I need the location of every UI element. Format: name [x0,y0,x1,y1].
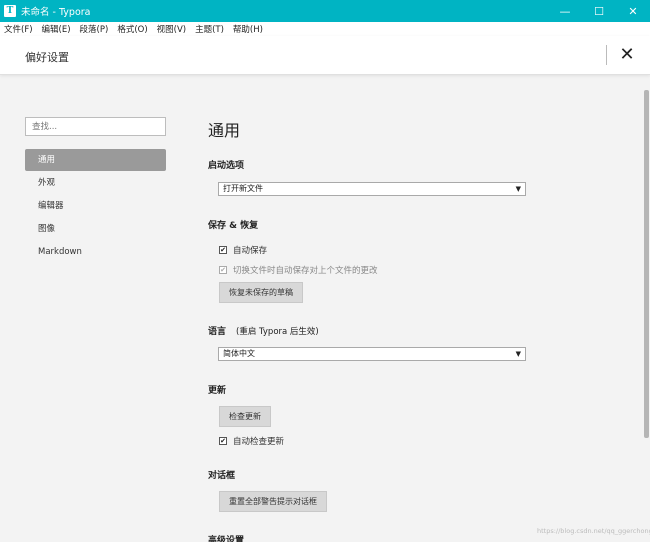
language-title: 语言 (重启 Typora 后生效) [208,324,319,337]
autosave-label: 自动保存 [233,246,268,256]
watermark: https://blog.csdn.net/qq_ggerchong [537,527,650,535]
vertical-scrollbar[interactable] [644,90,649,438]
sidebar-item-image[interactable]: 图像 [25,218,166,240]
menu-paragraph[interactable]: 段落(P) [80,23,109,35]
auto-check-row[interactable]: ✔ 自动检查更新 [219,435,284,447]
switch-save-label: 切换文件时自动保存对上个文件的更改 [233,266,378,276]
menu-edit[interactable]: 编辑(E) [42,23,71,35]
startup-title: 启动选项 [208,161,245,171]
menu-bar: 文件(F) 编辑(E) 段落(P) 格式(O) 视图(V) 主题(T) 帮助(H… [0,22,650,36]
language-select[interactable]: 简体中文 ▼ [218,347,526,361]
language-note: (重启 Typora 后生效) [236,327,319,337]
save-restore-title: 保存 & 恢复 [208,221,259,231]
reset-dialogs-button[interactable]: 重置全部警告提示对话框 [219,491,327,512]
close-icon[interactable]: ✕ [616,43,638,65]
sidebar-item-general[interactable]: 通用 [25,149,166,171]
language-title-label: 语言 [208,327,227,337]
startup-select[interactable]: 打开新文件 ▼ [218,182,526,196]
maximize-button[interactable]: ☐ [582,0,616,22]
header-divider [606,45,607,65]
menu-help[interactable]: 帮助(H) [233,23,263,35]
advanced-title: 高级设置 [208,536,245,542]
switch-save-checkbox: ✔ [219,266,227,274]
chevron-down-icon: ▼ [515,185,521,193]
sidebar-item-appearance[interactable]: 外观 [25,172,166,194]
minimize-button[interactable]: — [548,0,582,22]
check-update-button[interactable]: 检查更新 [219,406,271,427]
language-select-value: 简体中文 [223,349,255,358]
dialog-title: 对话框 [208,471,236,481]
restore-drafts-button[interactable]: 恢复未保存的草稿 [219,282,303,303]
sidebar-item-editor[interactable]: 编辑器 [25,195,166,217]
startup-select-value: 打开新文件 [223,184,263,193]
title-bar: T 未命名 - Typora — ☐ ✕ [0,0,650,22]
update-title: 更新 [208,386,227,396]
section-heading: 通用 [208,121,241,140]
sidebar-item-markdown[interactable]: Markdown [25,241,166,263]
auto-check-checkbox[interactable]: ✔ [219,437,227,445]
menu-format[interactable]: 格式(O) [117,23,147,35]
menu-theme[interactable]: 主题(T) [195,23,224,35]
typora-app-icon: T [4,5,16,17]
search-input[interactable] [25,117,166,136]
switch-save-row: ✔ 切换文件时自动保存对上个文件的更改 [219,264,378,276]
window-close-button[interactable]: ✕ [616,0,650,22]
auto-check-label: 自动检查更新 [233,437,285,447]
autosave-row[interactable]: ✔ 自动保存 [219,244,267,256]
page-title: 偏好设置 [25,51,69,64]
autosave-checkbox[interactable]: ✔ [219,246,227,254]
chevron-down-icon: ▼ [515,350,521,358]
window-title: 未命名 - Typora [21,7,91,18]
preferences-header: 偏好设置 ✕ [0,36,650,75]
menu-file[interactable]: 文件(F) [4,23,33,35]
menu-view[interactable]: 视图(V) [157,23,186,35]
